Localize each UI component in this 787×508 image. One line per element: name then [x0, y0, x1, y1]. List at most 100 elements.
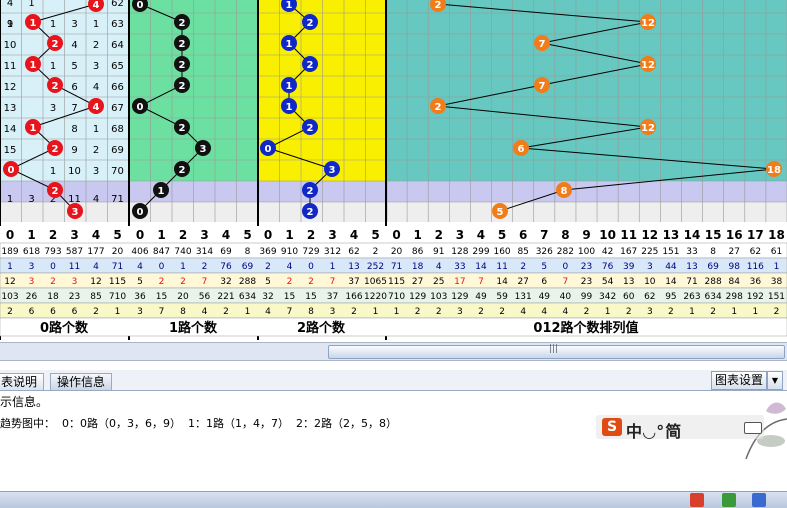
- footer-header: 2: [435, 228, 443, 242]
- footer-value: 62: [644, 292, 655, 302]
- footer-value: 160: [493, 247, 510, 257]
- footer-value: 15: [305, 292, 316, 302]
- footer-value: 37: [348, 277, 359, 287]
- footer-value: 128: [451, 247, 468, 257]
- sogou-logo-icon[interactable]: S: [602, 418, 622, 436]
- footer-value: 3: [137, 307, 143, 317]
- footer-header: 9: [582, 228, 590, 242]
- blue-ball-label: 1: [286, 102, 293, 113]
- footer-value: 27: [729, 247, 740, 257]
- lottery-icon[interactable]: [690, 493, 704, 507]
- footer-value: 32: [262, 292, 273, 302]
- tab-operation-info[interactable]: 操作信息: [50, 373, 113, 390]
- edit-icon[interactable]: [752, 493, 766, 507]
- footer-value: 15: [284, 292, 295, 302]
- footer-value: 2: [351, 307, 357, 317]
- black-ball-label: 2: [179, 165, 186, 176]
- footer-value: 2: [7, 307, 13, 317]
- footer-value: 3: [72, 277, 78, 287]
- cell-value: 1: [50, 166, 56, 177]
- footer-value: 2: [308, 277, 314, 287]
- scrollbar-thumb[interactable]: |||: [328, 344, 785, 359]
- blue-ball-label: 2: [307, 60, 314, 71]
- footer-value: 54: [602, 277, 614, 287]
- cell-value: 3: [93, 61, 99, 72]
- blue-ball-label: 3: [329, 165, 336, 176]
- legend-line: 趋势图中： 0：0路（0，3，6，9） 1：1路（1，4，7） 2：2路（2，5…: [0, 417, 397, 430]
- footer-header: 18: [768, 228, 785, 242]
- footer-value: 6: [72, 307, 78, 317]
- cell-value: 5: [71, 61, 77, 72]
- footer-value: 5: [541, 262, 547, 272]
- footer-header: 4: [477, 228, 485, 242]
- cell-value: 2: [93, 40, 99, 51]
- cell-value: 4: [7, 0, 13, 9]
- footer-value: 1: [752, 307, 758, 317]
- footer-value: 1: [7, 262, 13, 272]
- group-label: 012路个数排列值: [533, 320, 638, 336]
- footer-value: 18: [47, 292, 59, 302]
- footer-header: 2: [49, 228, 57, 242]
- cell-value: 1: [93, 19, 99, 30]
- footer-value: 7: [287, 307, 293, 317]
- footer-header: 2: [307, 228, 315, 242]
- chart-settings-button[interactable]: 图表设置: [710, 371, 767, 390]
- footer-value: 20: [391, 247, 403, 257]
- ime-status[interactable]: 中◡°简: [626, 418, 682, 442]
- summary-row-bg: [386, 181, 787, 202]
- footer-header: 15: [705, 228, 722, 242]
- orange-ball-label: 7: [539, 81, 546, 92]
- row-number: 13: [4, 103, 17, 114]
- footer-value: 131: [515, 292, 532, 302]
- footer-value: 0: [563, 262, 569, 272]
- black-ball-label: 0: [137, 207, 144, 218]
- footer-value: 18: [412, 262, 424, 272]
- footer-value: 103: [1, 292, 18, 302]
- footer-value: 12: [90, 277, 101, 287]
- footer-value: 288: [239, 277, 256, 287]
- tab-chart-description[interactable]: 表说明: [0, 373, 45, 390]
- footer-value: 15: [156, 292, 167, 302]
- cell-value: 3: [93, 166, 99, 177]
- footer-header: 16: [726, 228, 743, 242]
- footer-value: 85: [517, 247, 528, 257]
- cell-value: 8: [71, 124, 77, 135]
- trend-chart: 9101112131415164146211316324264153652646…: [0, 0, 787, 340]
- cell-value: 3: [50, 103, 56, 114]
- footer-value: 84: [729, 277, 741, 287]
- footer-value: 40: [560, 292, 572, 302]
- network-icon[interactable]: [722, 493, 736, 507]
- footer-header: 1: [285, 228, 293, 242]
- cell-value: 6: [71, 82, 77, 93]
- footer-value: 252: [367, 262, 384, 272]
- chevron-down-icon[interactable]: ▼: [767, 371, 783, 390]
- footer-header: 14: [684, 228, 701, 242]
- orange-ball-label: 2: [435, 102, 442, 113]
- footer-value: 13: [686, 262, 697, 272]
- footer-value: 0: [308, 262, 314, 272]
- footer-value: 0: [50, 262, 56, 272]
- footer-header: 2: [179, 228, 187, 242]
- orange-ball-label: 18: [767, 165, 781, 176]
- footer-header: 3: [200, 228, 208, 242]
- footer-value: 740: [174, 247, 191, 257]
- footer-value: 12: [4, 277, 15, 287]
- footer-value: 910: [281, 247, 298, 257]
- blue-ball-label: 2: [307, 123, 314, 134]
- black-ball-label: 0: [137, 0, 144, 11]
- red-ball-label: 3: [72, 207, 79, 218]
- footer-value: 634: [239, 292, 256, 302]
- footer-value: 115: [388, 277, 405, 287]
- black-ball-label: 2: [179, 60, 186, 71]
- footer-value: 1: [731, 307, 737, 317]
- horizontal-scrollbar[interactable]: |||: [0, 342, 787, 361]
- group-label: 1路个数: [169, 320, 218, 336]
- cell-value: 1: [7, 19, 13, 30]
- keyboard-icon[interactable]: [744, 422, 762, 434]
- footer-header: 4: [222, 228, 230, 242]
- footer-value: 25: [433, 277, 444, 287]
- footer-value: 56: [199, 292, 211, 302]
- row-number: 11: [4, 61, 17, 72]
- footer-value: 4: [202, 307, 208, 317]
- footer-value: 2: [436, 307, 442, 317]
